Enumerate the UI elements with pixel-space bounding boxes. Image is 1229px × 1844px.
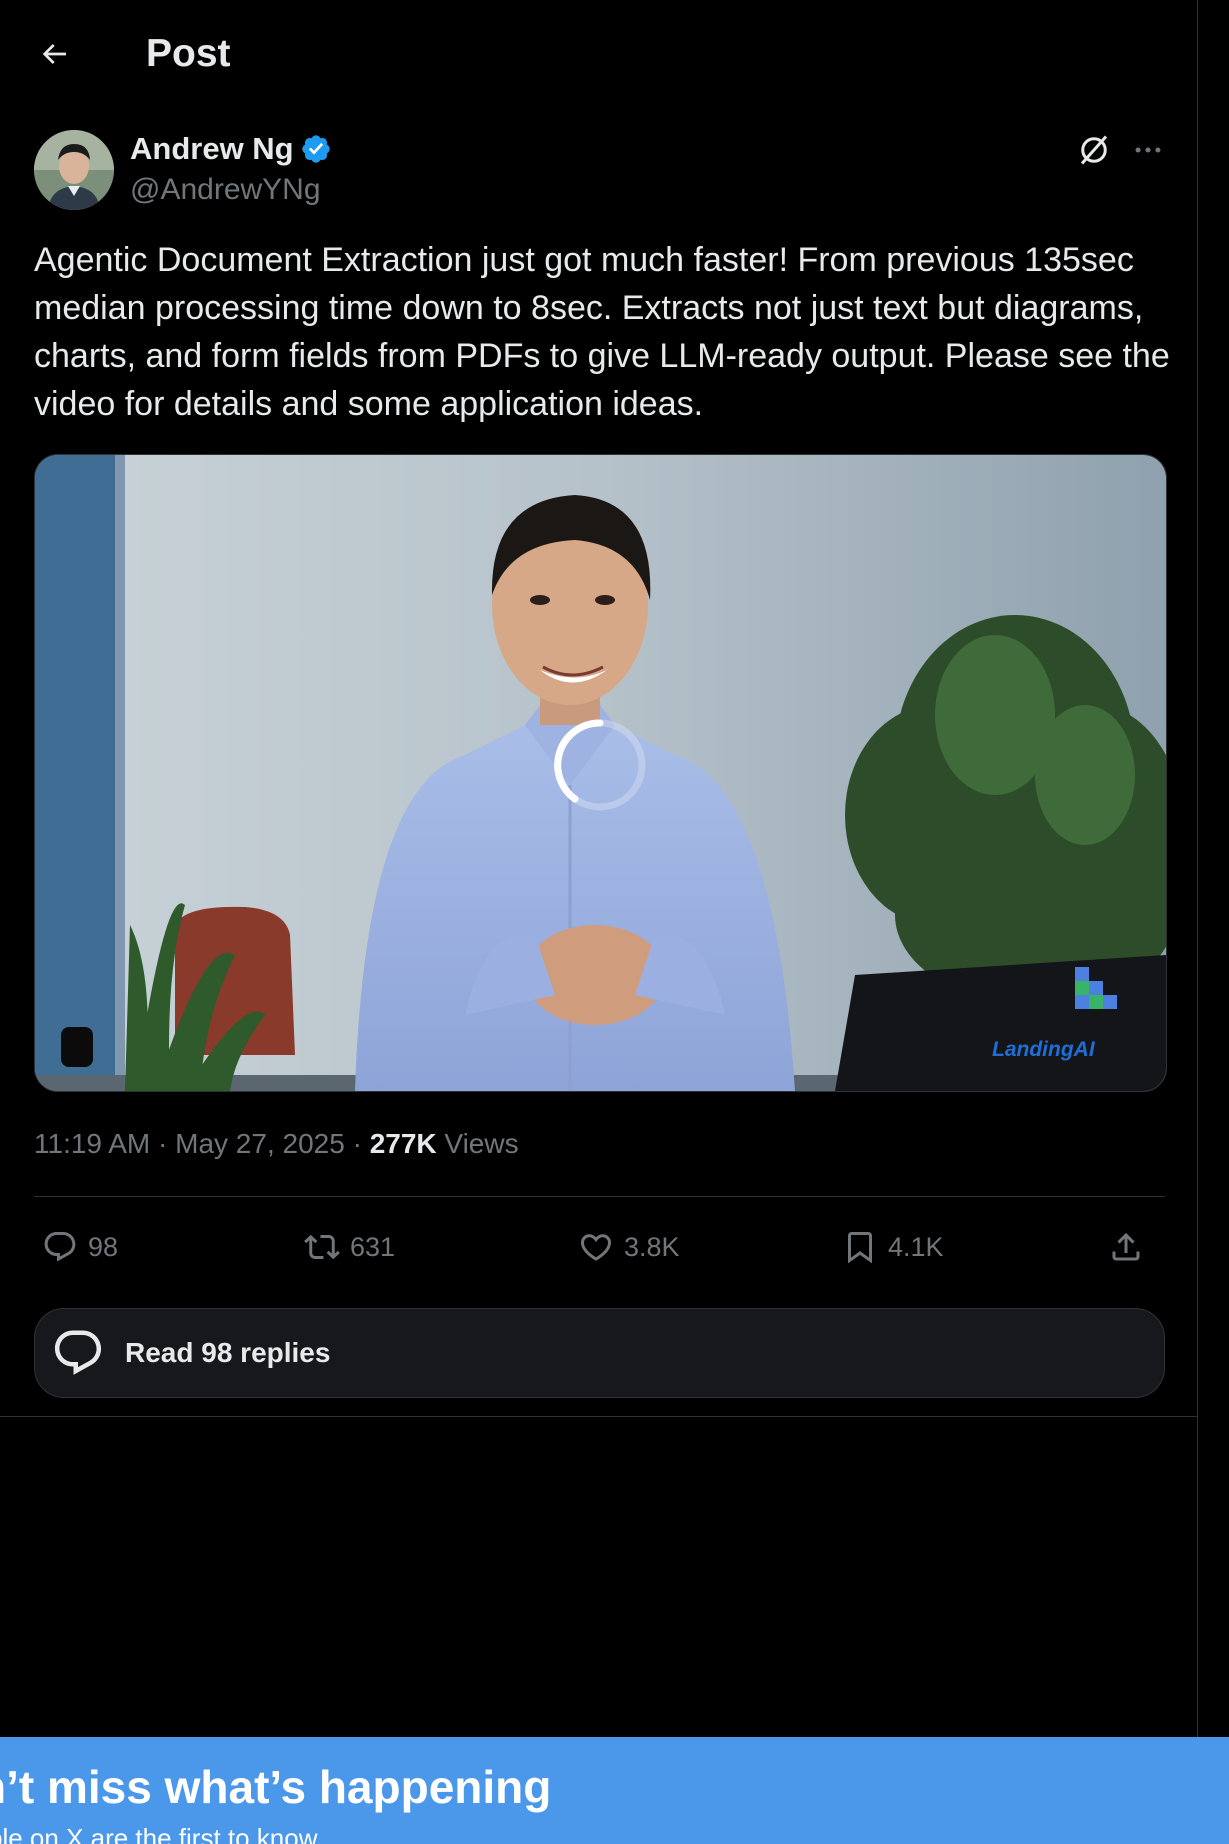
like-button[interactable]: 3.8K: [578, 1218, 680, 1276]
chat-bubble-icon: [54, 1330, 102, 1375]
post-time[interactable]: 11:19 AM: [34, 1128, 150, 1159]
heart-icon: [580, 1234, 612, 1261]
reply-count: 98: [88, 1231, 119, 1262]
share-icon: [1112, 1232, 1140, 1261]
main-column: Post Andrew Ng @AndrewYNg Agentic Docume…: [0, 0, 1198, 1844]
signup-banner: n’t miss what’s happening ple on X are t…: [0, 1737, 1229, 1844]
bookmark-button[interactable]: 4.1K: [842, 1218, 944, 1276]
reply-button[interactable]: 98: [42, 1218, 118, 1276]
repost-button[interactable]: 631: [304, 1218, 395, 1276]
author-handle[interactable]: @AndrewYNg: [130, 172, 321, 208]
author-name-row[interactable]: Andrew Ng: [130, 130, 332, 168]
video-brand-label: LandingAI: [992, 1038, 1095, 1061]
action-bar: 98 631 3.8K 4.1K: [34, 1218, 1165, 1276]
bookmark-icon: [848, 1232, 872, 1264]
read-replies-label: Read 98 replies: [125, 1337, 331, 1368]
arrow-left-icon: [42, 44, 66, 64]
video-control-button[interactable]: [61, 1027, 93, 1067]
scrollbar[interactable]: [1198, 0, 1229, 1844]
repost-icon: [304, 1234, 340, 1260]
grok-button[interactable]: [1072, 128, 1116, 172]
read-replies-button[interactable]: Read 98 replies: [34, 1308, 1165, 1398]
video-player[interactable]: [34, 454, 1167, 1092]
meta-separator: ·: [158, 1128, 176, 1159]
banner-title: n’t miss what’s happening: [0, 1761, 552, 1813]
section-divider: [0, 1416, 1198, 1417]
reply-icon: [44, 1232, 76, 1262]
back-button[interactable]: [28, 28, 80, 80]
banner-subtitle: ple on X are the first to know.: [0, 1823, 324, 1844]
like-count: 3.8K: [624, 1231, 680, 1262]
post-meta: 11:19 AM · May 27, 2025 · 277K Views: [34, 1124, 519, 1164]
post-date[interactable]: May 27, 2025: [175, 1128, 345, 1159]
bookmark-count: 4.1K: [888, 1231, 944, 1262]
header: Post: [0, 0, 1198, 106]
share-button[interactable]: [1108, 1218, 1144, 1276]
loading-spinner-icon: [558, 723, 642, 807]
post-text: Agentic Document Extraction just got muc…: [34, 241, 1180, 423]
more-options-button[interactable]: [1126, 128, 1170, 172]
divider: [34, 1196, 1165, 1197]
meta-separator: ·: [352, 1128, 370, 1159]
repost-count: 631: [350, 1231, 396, 1262]
grok-icon: [1080, 135, 1108, 165]
more-horizontal-icon: [1135, 147, 1161, 153]
verified-badge-icon: [301, 135, 330, 163]
author-name[interactable]: Andrew Ng: [130, 130, 294, 168]
views-label: Views: [444, 1128, 519, 1159]
avatar[interactable]: [34, 130, 114, 210]
page-title: Post: [146, 32, 231, 75]
views-count: 277K: [369, 1128, 437, 1159]
